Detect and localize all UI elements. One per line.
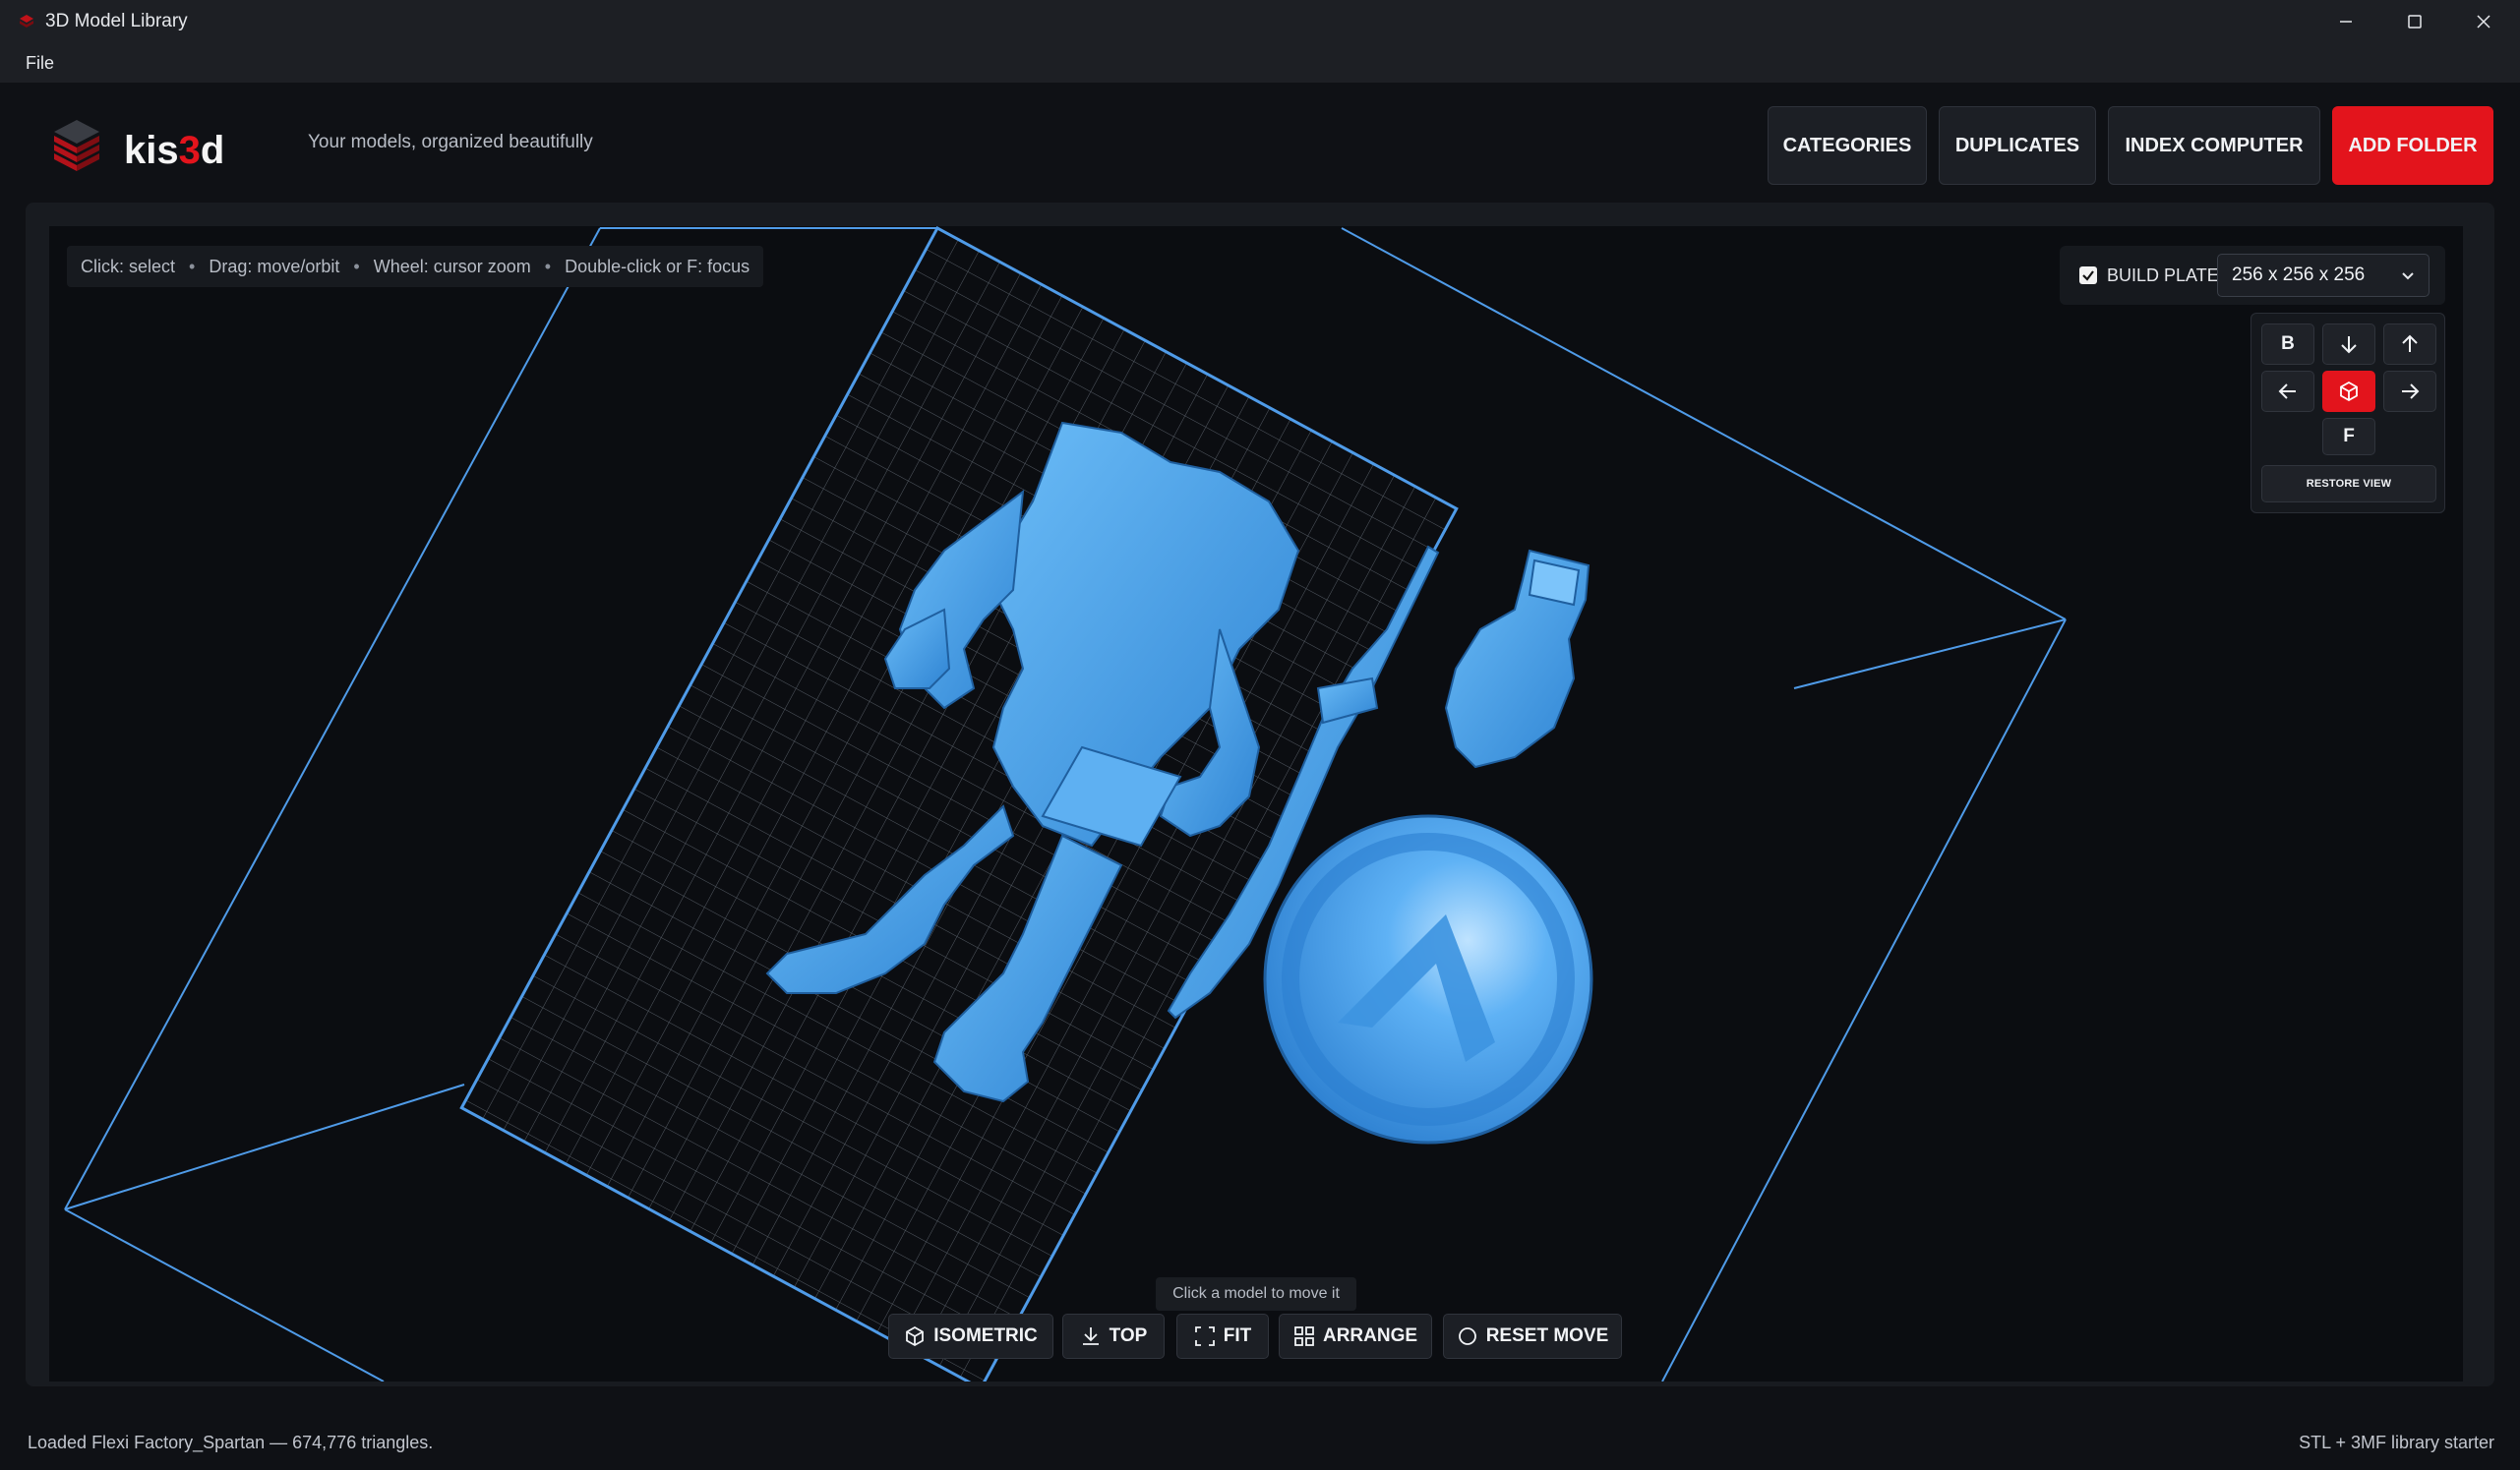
close-button[interactable] [2449, 0, 2518, 43]
categories-button[interactable]: CATEGORIES [1768, 106, 1927, 185]
window-title: 3D Model Library [45, 11, 188, 31]
app-header: kis3d Your models, organized beautifully… [0, 83, 2520, 203]
app-icon [20, 15, 33, 28]
arrange-button[interactable]: ARRANGE [1279, 1314, 1432, 1359]
arrow-down-icon [2341, 336, 2357, 354]
helmet-model[interactable] [1444, 549, 1590, 769]
view-left-button[interactable] [2261, 371, 2314, 412]
view-iso-button[interactable] [2322, 371, 2375, 412]
3d-viewport[interactable] [49, 226, 2463, 1382]
view-up-button[interactable] [2383, 323, 2436, 365]
status-app-info: STL + 3MF library starter [2299, 1433, 2494, 1452]
close-icon [2477, 15, 2490, 29]
menu-bar: File [0, 43, 2520, 83]
maximize-icon [2408, 15, 2422, 29]
kis3d-logo: kis3d [54, 120, 224, 172]
build-plate-size-value: 256 x 256 x 256 [2232, 265, 2366, 285]
circle-icon [1458, 1327, 1476, 1345]
controls-hint: Click: select • Drag: move/orbit • Wheel… [67, 246, 764, 287]
download-arrow-icon [1082, 1327, 1099, 1345]
build-plate-panel: BUILD PLATE 256 x 256 x 256 [2060, 246, 2445, 305]
view-back-button[interactable]: B [2261, 323, 2314, 365]
hint-zoom: Wheel: cursor zoom [373, 256, 531, 276]
check-icon [2082, 270, 2094, 281]
fit-label: FIT [1223, 1325, 1252, 1346]
reset-move-label: RESET MOVE [1485, 1325, 1609, 1346]
top-label: TOP [1109, 1325, 1148, 1346]
scene-canvas[interactable] [49, 226, 2463, 1382]
status-bar: Loaded Flexi Factory_Spartan — 674,776 t… [0, 1416, 2520, 1470]
view-nav-panel: B F RESTORE VIEW [2250, 313, 2445, 513]
build-plate-checkbox[interactable] [2079, 266, 2097, 284]
cube-icon [2340, 381, 2358, 402]
view-down-button[interactable] [2322, 323, 2375, 365]
hint-separator: • [544, 256, 552, 276]
status-message: Loaded Flexi Factory_Spartan — 674,776 t… [28, 1433, 434, 1452]
hint-move: Drag: move/orbit [209, 256, 340, 276]
menu-file[interactable]: File [26, 53, 54, 74]
grid-icon [1294, 1326, 1314, 1346]
top-view-button[interactable]: TOP [1062, 1314, 1165, 1359]
title-bar: 3D Model Library [0, 0, 2520, 43]
arrow-up-icon [2402, 334, 2418, 352]
build-plate-label: BUILD PLATE [2107, 265, 2219, 285]
expand-icon [1194, 1326, 1215, 1346]
tagline: Your models, organized beautifully [308, 132, 593, 152]
arrange-label: ARRANGE [1322, 1325, 1418, 1346]
build-plate-size-select[interactable]: 256 x 256 x 256 [2217, 254, 2430, 297]
shield-model[interactable] [1263, 814, 1593, 1145]
reset-move-button[interactable]: RESET MOVE [1443, 1314, 1622, 1359]
minimize-icon [2340, 21, 2352, 23]
logo-cube-icon [54, 120, 99, 171]
cube-icon [906, 1325, 925, 1347]
maximize-button[interactable] [2380, 0, 2449, 43]
minimize-button[interactable] [2311, 0, 2380, 43]
isometric-button[interactable]: ISOMETRIC [888, 1314, 1053, 1359]
restore-view-button[interactable]: RESTORE VIEW [2261, 465, 2436, 502]
view-right-button[interactable] [2383, 371, 2436, 412]
isometric-label: ISOMETRIC [933, 1325, 1038, 1346]
hint-separator: • [353, 256, 360, 276]
duplicates-button[interactable]: DUPLICATES [1939, 106, 2096, 185]
fit-button[interactable]: FIT [1176, 1314, 1269, 1359]
hint-separator: • [189, 256, 196, 276]
hint-select: Click: select [81, 256, 176, 276]
arrow-left-icon [2278, 383, 2296, 399]
add-folder-button[interactable]: ADD FOLDER [2332, 106, 2493, 185]
view-front-button[interactable]: F [2322, 418, 2375, 455]
index-computer-button[interactable]: INDEX COMPUTER [2108, 106, 2320, 185]
svg-text:kis3d: kis3d [124, 129, 224, 172]
arrow-right-icon [2402, 383, 2420, 399]
move-tooltip: Click a model to move it [1156, 1277, 1356, 1311]
hint-focus: Double-click or F: focus [565, 256, 750, 276]
chevron-down-icon [2402, 272, 2414, 280]
